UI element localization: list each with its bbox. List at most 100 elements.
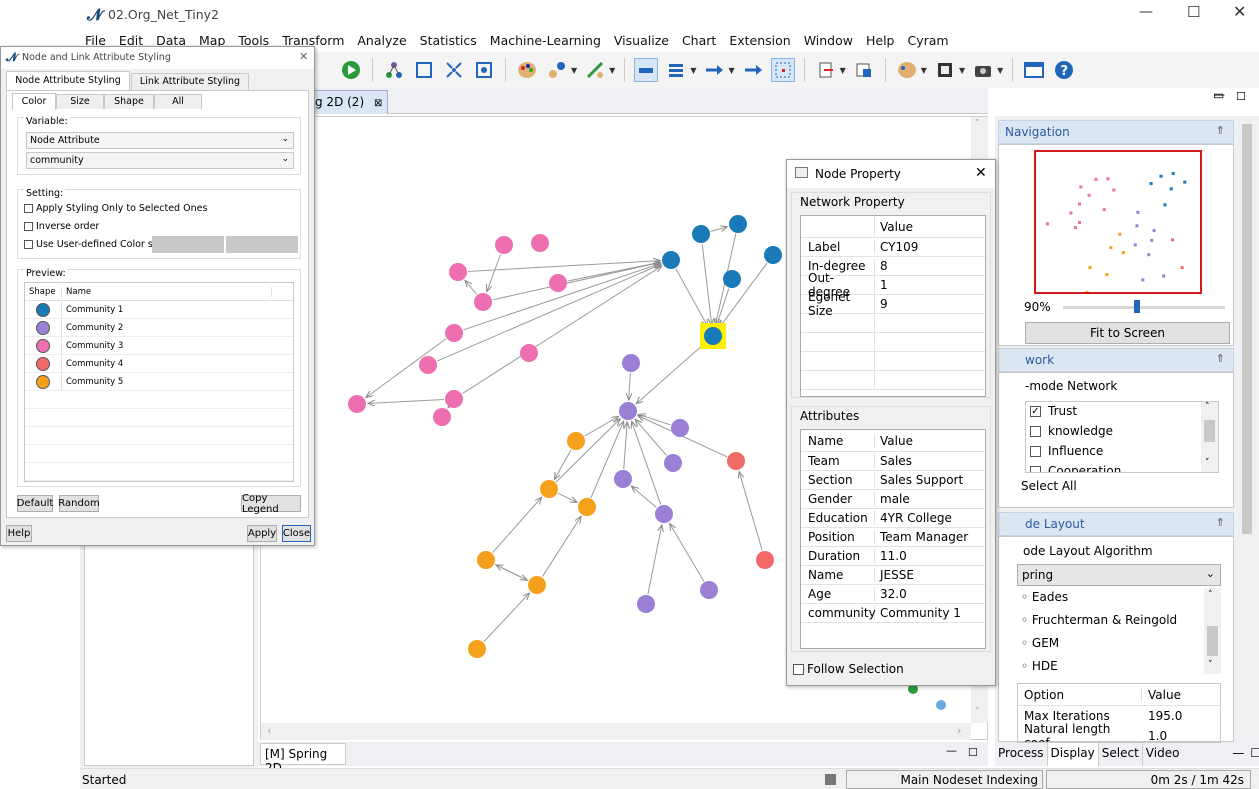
graph-node[interactable] <box>619 402 637 420</box>
graph-node[interactable] <box>468 640 486 658</box>
graph-node[interactable] <box>528 576 546 594</box>
layout-algorithm-select[interactable]: pring ⌄ <box>1017 564 1221 586</box>
color-scale-end[interactable] <box>226 236 298 253</box>
graph-node[interactable] <box>637 595 655 613</box>
theme-palette-icon[interactable] <box>895 58 919 82</box>
menu-machine-learning[interactable]: Machine-Learning <box>490 33 601 48</box>
graph-node[interactable] <box>348 395 366 413</box>
layout-option-hde[interactable]: ◦ HDE <box>1017 657 1221 674</box>
select-all-checkbox[interactable]: Select All <box>1021 479 1077 493</box>
camera-icon[interactable] <box>971 58 995 82</box>
graph-node[interactable] <box>445 324 463 342</box>
variable-type-select[interactable]: Node Attribute ⌄ <box>26 132 294 149</box>
layout-horizontal-icon[interactable] <box>634 58 659 82</box>
network-item-trust[interactable]: ✓ Trust <box>1026 402 1218 422</box>
node-style-icon[interactable] <box>545 58 569 82</box>
subtab-color[interactable]: Color <box>12 93 56 110</box>
graph-node[interactable] <box>764 246 782 264</box>
graph-node[interactable] <box>419 356 437 374</box>
network-item-knowledge[interactable]: knowledge <box>1026 422 1218 442</box>
tab-node-attribute-styling[interactable]: Node Attribute Styling <box>6 71 130 90</box>
layout-option-eades[interactable]: ◦ Eades <box>1017 588 1221 611</box>
layout-options-scrollbar[interactable]: ˄ ˅ <box>1204 588 1221 674</box>
graph-node[interactable] <box>756 551 774 569</box>
graph-node[interactable] <box>723 270 741 288</box>
collapse-icon[interactable]: ⇑ <box>1216 124 1225 137</box>
default-button[interactable]: Default <box>17 495 53 512</box>
help-icon[interactable]: ? <box>1052 58 1076 82</box>
close-button[interactable]: Close <box>282 525 311 542</box>
cooperation-checkbox[interactable] <box>1030 466 1041 472</box>
graph-node[interactable] <box>449 263 467 281</box>
close-tab-icon[interactable]: ⊠ <box>374 98 382 109</box>
menu-help[interactable]: Help <box>866 33 895 48</box>
menu-statistics[interactable]: Statistics <box>420 33 477 48</box>
graph-node[interactable] <box>477 551 495 569</box>
graph-node[interactable] <box>727 452 745 470</box>
node-property-close-icon[interactable]: ✕ <box>975 165 987 181</box>
panel-maximize-icon[interactable]: ☐ <box>1247 743 1259 766</box>
network-item-cooperation[interactable]: Cooperation <box>1026 462 1218 472</box>
random-button[interactable]: Random <box>58 495 100 512</box>
graph-node[interactable] <box>578 498 596 516</box>
zoom-slider-thumb[interactable] <box>1134 300 1140 313</box>
graph-node[interactable] <box>531 234 549 252</box>
canvas-horizontal-scrollbar[interactable]: ‹ › <box>261 723 971 740</box>
apply-selected-checkbox[interactable]: Apply Styling Only to Selected Ones <box>24 203 207 214</box>
palette-icon[interactable] <box>515 58 539 82</box>
view-maximize-icon[interactable]: ☐ <box>1236 90 1246 103</box>
help-button[interactable]: Help <box>6 525 32 542</box>
tab-video[interactable]: Video <box>1143 743 1183 766</box>
tab-link-attribute-styling[interactable]: Link Attribute Styling <box>131 73 249 90</box>
menu-cyram[interactable]: Cyram <box>907 33 948 48</box>
network-list-scrollbar[interactable]: ˄ ˅ <box>1201 402 1218 472</box>
menu-window[interactable]: Window <box>804 33 853 48</box>
zoom-out-icon[interactable] <box>472 58 496 82</box>
graph-node[interactable] <box>671 419 689 437</box>
graph-node[interactable] <box>433 408 451 426</box>
graph-node[interactable] <box>474 293 492 311</box>
graph-node[interactable] <box>704 327 722 345</box>
inverse-order-checkbox[interactable]: Inverse order <box>24 221 99 232</box>
graph-node[interactable] <box>567 432 585 450</box>
influence-checkbox[interactable] <box>1030 446 1041 457</box>
tab-display[interactable]: Display <box>1047 743 1099 766</box>
graph-node[interactable] <box>445 390 463 408</box>
follow-selection-checkbox[interactable]: Follow Selection <box>793 662 904 676</box>
zoom-slider-track[interactable] <box>1063 306 1225 309</box>
natural-length-value[interactable]: 1.0 <box>1142 729 1167 742</box>
maximize-button[interactable]: ☐ <box>1187 3 1200 21</box>
network-item-influence[interactable]: Influence <box>1026 442 1218 462</box>
tab-process[interactable]: Process <box>995 743 1048 766</box>
copy-legend-button[interactable]: Copy Legend <box>241 493 301 515</box>
graph-node[interactable] <box>540 480 558 498</box>
graph-node[interactable] <box>520 344 538 362</box>
graph-node[interactable] <box>664 454 682 472</box>
fit-frame-icon[interactable] <box>412 58 436 82</box>
trust-checkbox[interactable]: ✓ <box>1030 406 1041 417</box>
view-minimize-icon[interactable]: — <box>1214 88 1225 101</box>
bottom-minimize-icon[interactable]: — <box>946 744 957 757</box>
layout-list-icon[interactable] <box>664 58 688 82</box>
graph-node[interactable] <box>692 225 710 243</box>
graph-node[interactable] <box>549 274 567 292</box>
graph-node[interactable] <box>655 505 673 523</box>
graph-node[interactable] <box>622 354 640 372</box>
right-vertical-scrollbar[interactable] <box>1238 120 1256 740</box>
color-scale-start[interactable] <box>152 236 224 253</box>
arrow-right-icon[interactable] <box>702 58 726 82</box>
layout-option-fruchterman[interactable]: ◦ Fruchterman & Reingold <box>1017 611 1221 634</box>
subtab-all[interactable]: All <box>154 94 202 109</box>
film-icon[interactable] <box>933 58 957 82</box>
stop-task-icon[interactable] <box>825 774 836 785</box>
collapse-icon[interactable]: ⇑ <box>1216 516 1225 529</box>
collapse-icon[interactable]: ⇑ <box>1216 352 1225 365</box>
menu-visualize[interactable]: Visualize <box>614 33 669 48</box>
subtab-size[interactable]: Size <box>56 94 104 109</box>
bottom-tab-spring2d[interactable]: [M] Spring 2D <box>260 743 346 775</box>
dialog-close-icon[interactable]: ✕ <box>299 50 308 63</box>
window-layout-icon[interactable] <box>1022 58 1046 82</box>
arrow-forward-icon[interactable] <box>741 58 765 82</box>
graph-node[interactable] <box>614 470 632 488</box>
panel-minimize-icon[interactable]: — <box>1229 743 1247 766</box>
